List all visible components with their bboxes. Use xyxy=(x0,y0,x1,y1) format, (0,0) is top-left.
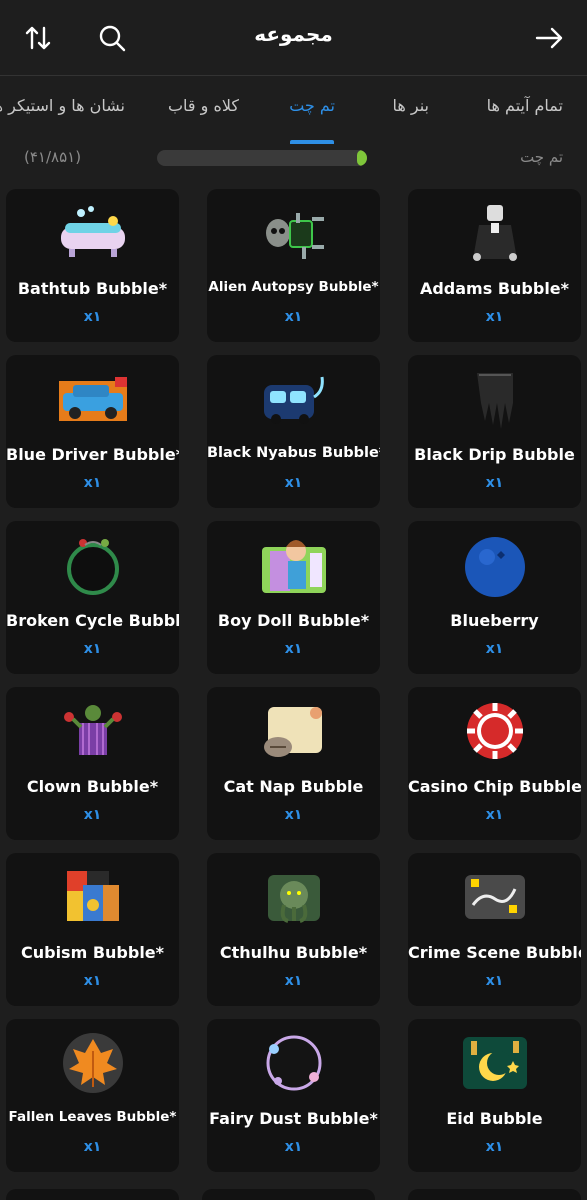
item-name: Black Drip Bubble xyxy=(414,445,575,464)
item-name: Eid Bubble xyxy=(446,1109,543,1128)
eid-icon xyxy=(457,1031,533,1095)
leaf-icon xyxy=(55,1031,131,1095)
tab-hats-frames[interactable]: کلاه و قاب xyxy=(168,96,239,115)
tab-all-items[interactable]: تمام آیتم ها xyxy=(487,96,563,115)
item-card-partial xyxy=(6,1189,179,1200)
item-card[interactable]: Casino Chip Bubble* x۱ xyxy=(408,687,581,840)
addams-icon xyxy=(457,201,533,265)
item-quantity: x۱ xyxy=(485,973,504,989)
item-card[interactable]: Cubism Bubble* x۱ xyxy=(6,853,179,1006)
item-card[interactable]: Clown Bubble* x۱ xyxy=(6,687,179,840)
arrow-right-icon[interactable] xyxy=(531,20,567,56)
item-name: Cat Nap Bubble xyxy=(223,777,364,796)
item-card[interactable]: Fallen Leaves Bubble* x۱ xyxy=(6,1019,179,1172)
item-quantity: x۱ xyxy=(284,1139,303,1155)
item-quantity: x۱ xyxy=(83,807,102,823)
page-title: مجموعه xyxy=(254,22,333,46)
item-card[interactable]: Addams Bubble* x۱ xyxy=(408,189,581,342)
item-name: Alien Autopsy Bubble* xyxy=(208,279,379,295)
cthulhu-icon xyxy=(256,865,332,929)
item-name: Boy Doll Bubble* xyxy=(217,611,370,630)
item-name: Bathtub Bubble* xyxy=(17,279,168,298)
item-card[interactable]: Blue Driver Bubble* x۱ xyxy=(6,355,179,508)
ring-icon xyxy=(55,533,131,597)
item-card[interactable]: Cthulhu Bubble* x۱ xyxy=(207,853,380,1006)
alien-icon xyxy=(256,201,332,265)
bus-icon xyxy=(256,367,332,431)
item-card[interactable]: Black Drip Bubble x۱ xyxy=(408,355,581,508)
drip-icon xyxy=(457,367,533,431)
item-name: Fallen Leaves Bubble* xyxy=(8,1109,177,1125)
item-card[interactable]: Blueberry x۱ xyxy=(408,521,581,674)
item-quantity: x۱ xyxy=(485,807,504,823)
item-quantity: x۱ xyxy=(284,641,303,657)
item-quantity: x۱ xyxy=(83,475,102,491)
fairy-icon xyxy=(256,1031,332,1095)
item-quantity: x۱ xyxy=(485,641,504,657)
progress-label: تم چت xyxy=(520,148,563,166)
clown-icon xyxy=(55,699,131,763)
item-card[interactable]: Boy Doll Bubble* x۱ xyxy=(207,521,380,674)
item-name: Cthulhu Bubble* xyxy=(219,943,368,962)
item-card[interactable]: Broken Cycle Bubble x۱ xyxy=(6,521,179,674)
item-card[interactable]: Bathtub Bubble* x۱ xyxy=(6,189,179,342)
tab-chat-themes[interactable]: تم چت xyxy=(289,96,335,115)
item-name: Blueberry xyxy=(450,611,539,630)
item-quantity: x۱ xyxy=(485,1139,504,1155)
item-card[interactable]: Crime Scene Bubble* x۱ xyxy=(408,853,581,1006)
blueberry-icon xyxy=(457,533,533,597)
cubism-icon xyxy=(55,865,131,929)
item-card[interactable]: Fairy Dust Bubble* x۱ xyxy=(207,1019,380,1172)
progress-bar-fill xyxy=(356,150,367,166)
item-name: Fairy Dust Bubble* xyxy=(209,1109,378,1128)
item-card-partial xyxy=(202,1189,375,1200)
doll-icon xyxy=(256,533,332,597)
item-name: Clown Bubble* xyxy=(26,777,159,796)
chip-icon xyxy=(457,699,533,763)
item-name: Addams Bubble* xyxy=(419,279,570,298)
item-card[interactable]: Alien Autopsy Bubble* x۱ xyxy=(207,189,380,342)
item-grid: Bathtub Bubble* x۱ Alien Autopsy Bubble* x۱… xyxy=(6,189,581,1172)
item-name: Cubism Bubble* xyxy=(20,943,165,962)
app-header: مجموعه xyxy=(0,0,587,76)
item-quantity: x۱ xyxy=(83,1139,102,1155)
item-quantity: x۱ xyxy=(284,475,303,491)
crime-icon xyxy=(457,865,533,929)
item-quantity: x۱ xyxy=(83,309,102,325)
item-quantity: x۱ xyxy=(284,973,303,989)
item-name: Black Nyabus Bubble* xyxy=(207,445,380,461)
item-card[interactable]: Black Nyabus Bubble* x۱ xyxy=(207,355,380,508)
collection-progress: (۴۱/۸۵۱) تم چت xyxy=(0,144,587,178)
item-card[interactable]: Cat Nap Bubble x۱ xyxy=(207,687,380,840)
item-quantity: x۱ xyxy=(284,807,303,823)
progress-count: (۴۱/۸۵۱) xyxy=(24,148,82,166)
tab-banners[interactable]: بنر ها xyxy=(392,96,429,115)
item-name: Broken Cycle Bubble xyxy=(6,611,179,630)
item-name: Blue Driver Bubble* xyxy=(6,445,179,464)
item-name: Crime Scene Bubble* xyxy=(408,943,581,962)
item-name: Casino Chip Bubble* xyxy=(408,777,581,796)
item-quantity: x۱ xyxy=(284,309,303,325)
item-quantity: x۱ xyxy=(83,973,102,989)
tab-bar: تمام آیتم ها بنر ها تم چت کلاه و قاب نشا… xyxy=(0,76,587,144)
bathtub-icon xyxy=(55,201,131,265)
progress-bar xyxy=(157,150,367,166)
item-quantity: x۱ xyxy=(485,309,504,325)
item-card-partial xyxy=(408,1189,581,1200)
car-icon xyxy=(55,367,131,431)
item-card[interactable]: Eid Bubble x۱ xyxy=(408,1019,581,1172)
tab-badges-stickers[interactable]: نشان ها و استیکر ها xyxy=(0,96,125,115)
item-quantity: x۱ xyxy=(485,475,504,491)
item-quantity: x۱ xyxy=(83,641,102,657)
scroll-icon xyxy=(256,699,332,763)
